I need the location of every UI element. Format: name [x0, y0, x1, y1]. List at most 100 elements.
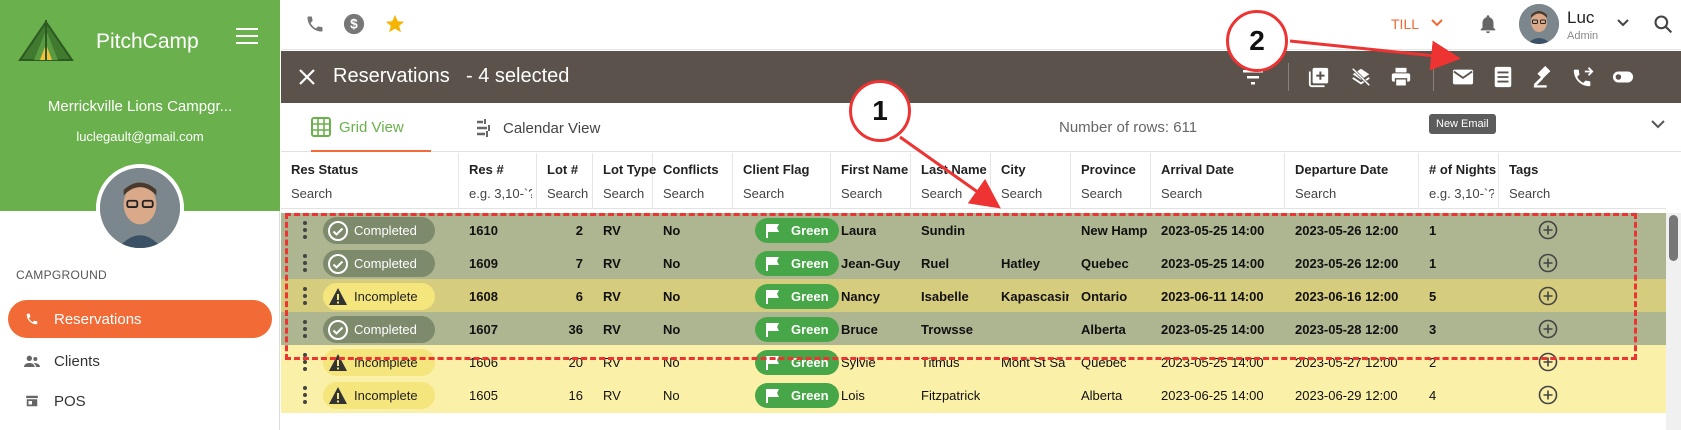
filter-input-lot-number[interactable] — [547, 186, 588, 201]
sidebar-item-pos[interactable]: POS — [8, 382, 272, 420]
add-tag-icon[interactable] — [1538, 253, 1558, 273]
dollar-icon[interactable]: $ — [343, 13, 365, 35]
chevron-down-icon[interactable] — [1617, 19, 1629, 27]
cell-last: Isabelle — [921, 289, 969, 304]
status-label: Incomplete — [354, 388, 418, 403]
filter-input-res-status[interactable] — [291, 186, 454, 201]
status-badge[interactable]: Incomplete — [323, 349, 435, 376]
cell-city — [1001, 213, 1069, 248]
scrollbar-thumb[interactable] — [1669, 215, 1678, 261]
check-circle-icon — [328, 319, 348, 340]
sidebar-item-label: POS — [54, 392, 86, 410]
client-flag-chip[interactable]: Green — [755, 317, 839, 342]
status-label: Completed — [354, 223, 417, 238]
star-icon[interactable] — [384, 13, 406, 35]
add-tag-icon[interactable] — [1538, 352, 1558, 372]
bell-icon[interactable] — [1477, 13, 1499, 35]
chevron-down-icon[interactable] — [1651, 120, 1665, 129]
cell-city: Hatley — [1001, 256, 1041, 271]
add-tag-icon[interactable] — [1538, 385, 1558, 405]
row-menu-icon[interactable] — [303, 287, 307, 305]
filter-input-tags[interactable] — [1509, 186, 1662, 201]
filter-input-departure-date[interactable] — [1295, 186, 1414, 201]
grid-header: Res Status Res # Lot # Lot Type Conflict… — [281, 153, 1666, 209]
table-row[interactable]: Completed 1609 7 RV No Jean-Guy Ruel Hatley Queb… — [281, 246, 1666, 281]
cell-province: Quebec — [1081, 355, 1127, 370]
user-avatar[interactable] — [1519, 4, 1559, 44]
tab-calendar-view[interactable]: Calendar View — [475, 104, 600, 152]
table-row[interactable]: Completed 1610 2 RV No Laura Sundin New Hamp 202… — [281, 213, 1666, 248]
flag-icon — [765, 355, 781, 371]
client-flag-chip[interactable]: Green — [755, 284, 839, 309]
row-menu-icon[interactable] — [303, 353, 307, 371]
column-header: # of Nights — [1429, 162, 1497, 177]
cell-last: Titmus — [921, 355, 960, 370]
print-icon[interactable] — [1389, 65, 1413, 89]
filter-input-city[interactable] — [1001, 186, 1066, 201]
selection-action-bar: Reservations - 4 selected — [281, 51, 1681, 103]
status-label: Completed — [354, 322, 417, 337]
add-tag-icon[interactable] — [1538, 319, 1558, 339]
filter-input-res-number[interactable] — [469, 186, 532, 201]
menu-toggle-icon[interactable] — [236, 28, 258, 44]
sidebar-item-clients[interactable]: Clients — [8, 342, 272, 380]
client-flag-chip[interactable]: Green — [755, 218, 839, 243]
layers-off-icon[interactable] — [1349, 65, 1373, 89]
chevron-down-icon[interactable] — [1431, 19, 1443, 27]
cell-last: Sundin — [921, 223, 966, 238]
status-badge[interactable]: Incomplete — [323, 283, 435, 310]
row-menu-icon[interactable] — [303, 320, 307, 338]
cell-nights: 3 — [1429, 322, 1437, 337]
table-row[interactable]: Incomplete 1608 6 RV No Nancy Isabelle Kapascas… — [281, 279, 1666, 314]
status-badge[interactable]: Incomplete — [323, 382, 435, 409]
filter-input-last-name[interactable] — [921, 186, 986, 201]
close-icon[interactable] — [297, 67, 317, 87]
status-badge[interactable]: Completed — [323, 316, 435, 343]
phone-forward-icon[interactable] — [1571, 65, 1595, 89]
cell-departure: 2023-06-29 12:00 — [1295, 388, 1398, 403]
cell-conflicts: No — [663, 355, 680, 370]
row-count: Number of rows: 611 — [1059, 119, 1198, 136]
filter-input-province[interactable] — [1081, 186, 1146, 201]
add-tag-icon[interactable] — [1538, 220, 1558, 240]
user-name[interactable]: Luc — [1567, 8, 1594, 28]
client-flag-chip[interactable]: Green — [755, 383, 839, 408]
column-header: First Name — [841, 162, 909, 177]
gavel-icon[interactable] — [1531, 65, 1555, 89]
filter-input-nights[interactable] — [1429, 186, 1494, 201]
add-box-icon[interactable] — [1307, 65, 1331, 89]
sidebar-item-label: Clients — [54, 352, 100, 370]
col-province: Province — [1071, 153, 1151, 209]
sidebar-item-reservations[interactable]: Reservations — [8, 300, 272, 338]
row-menu-icon[interactable] — [303, 254, 307, 272]
till-selector[interactable]: TILL — [1391, 16, 1419, 32]
email-icon[interactable] — [1451, 65, 1475, 89]
filter-input-arrival-date[interactable] — [1161, 186, 1280, 201]
tab-grid-view[interactable]: Grid View — [311, 104, 431, 152]
add-tag-icon[interactable] — [1538, 286, 1558, 306]
search-icon[interactable] — [1653, 14, 1673, 34]
filter-input-client-flag[interactable] — [743, 186, 826, 201]
toggle-icon[interactable] — [1611, 65, 1635, 89]
table-row[interactable]: Incomplete 1605 16 RV No Lois Fitzpatrick Alber… — [281, 378, 1666, 413]
sidebar-avatar[interactable] — [96, 164, 184, 252]
table-row[interactable]: Incomplete 1606 20 RV No Sylvie Titmus Mont St … — [281, 345, 1666, 380]
cell-province: Alberta — [1081, 388, 1123, 403]
filter-input-lot-type[interactable] — [603, 186, 648, 201]
status-badge[interactable]: Completed — [323, 250, 435, 277]
column-header: Province — [1081, 162, 1136, 177]
client-flag-chip[interactable]: Green — [755, 251, 839, 276]
status-badge[interactable]: Completed — [323, 217, 435, 244]
filter-input-first-name[interactable] — [841, 186, 906, 201]
row-menu-icon[interactable] — [303, 221, 307, 239]
phone-icon[interactable] — [304, 13, 326, 35]
table-row[interactable]: Completed 1607 36 RV No Bruce Trowsse Alberta 20… — [281, 312, 1666, 347]
column-header: Conflicts — [663, 162, 719, 177]
cell-lot-type: RV — [603, 223, 621, 238]
row-menu-icon[interactable] — [303, 386, 307, 404]
filter-input-conflicts[interactable] — [663, 186, 728, 201]
client-flag-chip[interactable]: Green — [755, 350, 839, 375]
receipt-icon[interactable] — [1491, 65, 1515, 89]
tab-label: Grid View — [339, 118, 404, 136]
col-client-flag: Client Flag — [733, 153, 831, 209]
